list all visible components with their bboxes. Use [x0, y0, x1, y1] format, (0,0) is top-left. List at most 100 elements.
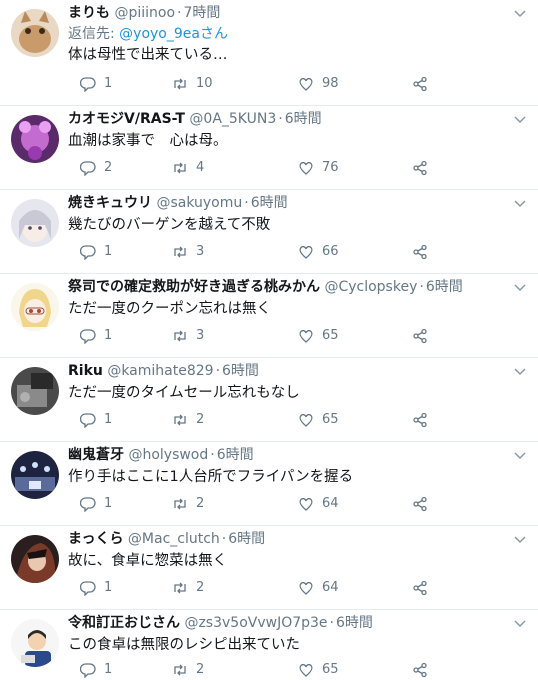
avatar[interactable] — [11, 9, 59, 57]
display-name[interactable]: まっくら — [68, 531, 123, 547]
timestamp[interactable]: 6時間 — [228, 531, 265, 547]
timestamp[interactable]: 6時間 — [251, 195, 288, 211]
display-name[interactable]: 祭司での確定救助が好き過ぎる桃みかん — [68, 279, 320, 295]
retweet-button[interactable]: 3 — [172, 242, 204, 262]
share-button[interactable] — [412, 660, 436, 680]
tweet-item[interactable]: まりも @piiinoo · 7時間 返信先: @yoyo_9eaさん 体は母性で出… — [0, 0, 538, 106]
retweet-count: 2 — [196, 580, 205, 595]
user-handle[interactable]: @piiinoo — [114, 5, 175, 21]
like-button[interactable]: 65 — [298, 326, 339, 346]
avatar[interactable] — [11, 619, 59, 667]
avatar[interactable] — [11, 367, 59, 415]
chevron-down-icon[interactable] — [514, 368, 526, 376]
share-icon — [413, 580, 427, 596]
timestamp[interactable]: 6時間 — [217, 447, 254, 463]
user-handle[interactable]: @zs3v5oVvwJO7p3e — [184, 615, 327, 631]
like-button[interactable]: 76 — [298, 158, 339, 178]
share-button[interactable] — [412, 158, 436, 178]
reply-button[interactable]: 1 — [80, 578, 112, 598]
like-count: 98 — [322, 76, 339, 91]
retweet-count: 2 — [196, 412, 205, 427]
like-count: 65 — [322, 328, 339, 343]
display-name[interactable]: 令和訂正おじさん — [68, 615, 180, 631]
separator-dot: · — [177, 5, 182, 21]
chevron-down-icon[interactable] — [514, 452, 526, 460]
user-handle[interactable]: @Mac_clutch — [128, 531, 220, 547]
retweet-button[interactable]: 2 — [172, 578, 204, 598]
reply-count: 1 — [104, 580, 113, 595]
timestamp[interactable]: 7時間 — [183, 5, 220, 21]
chevron-down-icon[interactable] — [514, 10, 526, 18]
tweet-header: 幽鬼蒼牙 @holyswod · 6時間 — [68, 444, 504, 466]
tweet-text: この食卓は無限のレシピ出来ていた — [68, 637, 300, 653]
retweet-button[interactable]: 2 — [172, 494, 204, 514]
tweet-item[interactable]: Riku @kamihate829 · 6時間 ただ一度のタイムセール忘れもなし 1… — [0, 358, 538, 442]
timestamp[interactable]: 6時間 — [285, 111, 322, 127]
user-handle[interactable]: @holyswod — [128, 447, 208, 463]
user-handle[interactable]: @0A_5KUN3 — [189, 111, 276, 127]
avatar[interactable] — [11, 451, 59, 499]
tweet-item[interactable]: カオモジV/RAS-T @0A_5KUN3 · 6時間 血潮は家事で 心は母。 2 … — [0, 106, 538, 190]
separator-dot: · — [210, 447, 215, 463]
chevron-down-icon[interactable] — [514, 116, 526, 124]
user-handle[interactable]: @Cyclopskey — [324, 279, 417, 295]
chevron-down-icon[interactable] — [514, 620, 526, 628]
avatar[interactable] — [11, 283, 59, 331]
reply-button[interactable]: 1 — [80, 410, 112, 430]
separator-dot: · — [419, 279, 424, 295]
reply-button[interactable]: 1 — [80, 494, 112, 514]
like-button[interactable]: 65 — [298, 410, 339, 430]
display-name[interactable]: まりも — [68, 5, 110, 21]
tweet-item[interactable]: まっくら @Mac_clutch · 6時間 故に、食卓に惣菜は無く 1 2 64 — [0, 526, 538, 610]
reply-to-link[interactable]: @yoyo_9eaさん — [119, 26, 228, 42]
like-count: 64 — [322, 580, 339, 595]
share-icon — [413, 328, 427, 344]
reply-icon — [80, 161, 96, 176]
like-button[interactable]: 66 — [298, 242, 339, 262]
retweet-button[interactable]: 3 — [172, 326, 204, 346]
tweet-item[interactable]: 幽鬼蒼牙 @holyswod · 6時間 作り手はここに1人台所でフライパンを握る … — [0, 442, 538, 526]
like-button[interactable]: 65 — [298, 660, 339, 680]
chevron-down-icon[interactable] — [514, 284, 526, 292]
tweet-item[interactable]: 令和訂正おじさん @zs3v5oVvwJO7p3e · 6時間 この食卓は無限のレシ… — [0, 610, 538, 680]
like-button[interactable]: 64 — [298, 494, 339, 514]
user-handle[interactable]: @sakuyomu — [156, 195, 242, 211]
reply-button[interactable]: 1 — [80, 326, 112, 346]
avatar[interactable] — [11, 199, 59, 247]
like-button[interactable]: 64 — [298, 578, 339, 598]
chevron-down-icon[interactable] — [514, 200, 526, 208]
avatar[interactable] — [11, 115, 59, 163]
share-button[interactable] — [412, 578, 436, 598]
display-name[interactable]: 幽鬼蒼牙 — [68, 447, 124, 463]
retweet-button[interactable]: 10 — [172, 74, 213, 94]
tweet-item[interactable]: 祭司での確定救助が好き過ぎる桃みかん @Cyclopskey · 6時間 ただ一度の… — [0, 274, 538, 358]
timestamp[interactable]: 6時間 — [336, 615, 373, 631]
like-button[interactable]: 98 — [298, 74, 339, 94]
tweet-header: まりも @piiinoo · 7時間 — [68, 2, 504, 24]
tweet-item[interactable]: 焼きキュウリ @sakuyomu · 6時間 幾たびのバーゲンを越えて不敗 1 3 … — [0, 190, 538, 274]
share-button[interactable] — [412, 494, 436, 514]
reply-button[interactable]: 1 — [80, 242, 112, 262]
chevron-down-icon[interactable] — [514, 536, 526, 544]
retweet-button[interactable]: 4 — [172, 158, 204, 178]
separator-dot: · — [278, 111, 283, 127]
display-name[interactable]: Riku — [68, 363, 103, 379]
reply-button[interactable]: 1 — [80, 74, 112, 94]
user-handle[interactable]: @kamihate829 — [107, 363, 213, 379]
retweet-count: 10 — [196, 76, 213, 91]
share-button[interactable] — [412, 326, 436, 346]
retweet-button[interactable]: 2 — [172, 660, 204, 680]
tweet-header: まっくら @Mac_clutch · 6時間 — [68, 528, 504, 550]
reply-button[interactable]: 1 — [80, 660, 112, 680]
reply-count: 1 — [104, 662, 113, 677]
share-button[interactable] — [412, 242, 436, 262]
share-button[interactable] — [412, 410, 436, 430]
share-button[interactable] — [412, 74, 436, 94]
retweet-button[interactable]: 2 — [172, 410, 204, 430]
reply-button[interactable]: 2 — [80, 158, 112, 178]
display-name[interactable]: カオモジV/RAS-T — [68, 111, 185, 127]
timestamp[interactable]: 6時間 — [426, 279, 463, 295]
avatar[interactable] — [11, 535, 59, 583]
display-name[interactable]: 焼きキュウリ — [68, 195, 152, 211]
timestamp[interactable]: 6時間 — [222, 363, 259, 379]
